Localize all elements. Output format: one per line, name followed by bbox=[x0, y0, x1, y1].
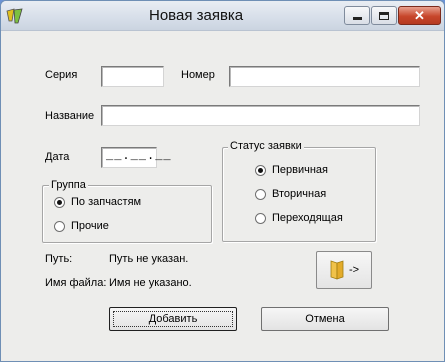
focus-rect bbox=[113, 311, 233, 327]
date-input[interactable]: __.__.__ bbox=[101, 147, 171, 168]
status-title: Статус заявки bbox=[228, 140, 304, 152]
radio-unchecked-icon bbox=[54, 220, 65, 232]
folder-icon bbox=[330, 260, 344, 280]
radio-unchecked-icon bbox=[255, 188, 266, 200]
radio-label: Вторичная bbox=[272, 188, 327, 200]
group-title: Группа bbox=[49, 179, 88, 191]
status-radio-primary[interactable]: Первичная bbox=[255, 164, 328, 176]
series-label: Серия bbox=[45, 69, 78, 81]
name-label: Название bbox=[45, 110, 95, 122]
window-title: Новая заявка bbox=[149, 7, 244, 24]
series-input[interactable] bbox=[101, 66, 164, 87]
browse-arrow-label: -> bbox=[348, 264, 360, 276]
app-icon bbox=[6, 8, 23, 24]
maximize-icon bbox=[379, 11, 389, 20]
add-button[interactable]: Добавить bbox=[109, 307, 237, 331]
dialog-window: Новая заявка ✕ Серия Номер Название Дата… bbox=[0, 0, 445, 362]
number-input[interactable] bbox=[229, 66, 420, 87]
radio-label: По запчастям bbox=[71, 196, 142, 208]
filename-label: Имя файла: bbox=[45, 277, 107, 289]
close-icon: ✕ bbox=[414, 7, 425, 23]
radio-label: Прочие bbox=[71, 220, 109, 232]
radio-checked-icon bbox=[54, 196, 65, 208]
path-value: Путь не указан. bbox=[109, 253, 189, 265]
filename-value: Имя не указано. bbox=[109, 277, 192, 289]
radio-checked-icon bbox=[255, 164, 266, 176]
minimize-icon bbox=[352, 17, 362, 20]
status-radio-carryover[interactable]: Переходящая bbox=[255, 212, 343, 224]
cancel-button[interactable]: Отмена bbox=[261, 307, 389, 331]
group-radio-parts[interactable]: По запчастям bbox=[54, 196, 141, 208]
group-box bbox=[42, 185, 212, 243]
title-bar[interactable]: Новая заявка ✕ bbox=[1, 1, 444, 31]
number-label: Номер bbox=[181, 69, 215, 81]
browse-folder-button[interactable]: -> bbox=[316, 251, 372, 289]
radio-label: Переходящая bbox=[272, 212, 343, 224]
group-radio-other[interactable]: Прочие bbox=[54, 220, 109, 232]
radio-unchecked-icon bbox=[255, 212, 266, 224]
name-input[interactable] bbox=[101, 105, 420, 126]
radio-label: Первичная bbox=[272, 164, 329, 176]
path-label: Путь: bbox=[45, 253, 73, 265]
minimize-button[interactable] bbox=[344, 6, 370, 25]
date-label: Дата bbox=[45, 151, 70, 163]
maximize-button[interactable] bbox=[371, 6, 397, 25]
close-button[interactable]: ✕ bbox=[398, 6, 441, 25]
status-radio-secondary[interactable]: Вторичная bbox=[255, 188, 326, 200]
cancel-button-label: Отмена bbox=[305, 313, 345, 325]
